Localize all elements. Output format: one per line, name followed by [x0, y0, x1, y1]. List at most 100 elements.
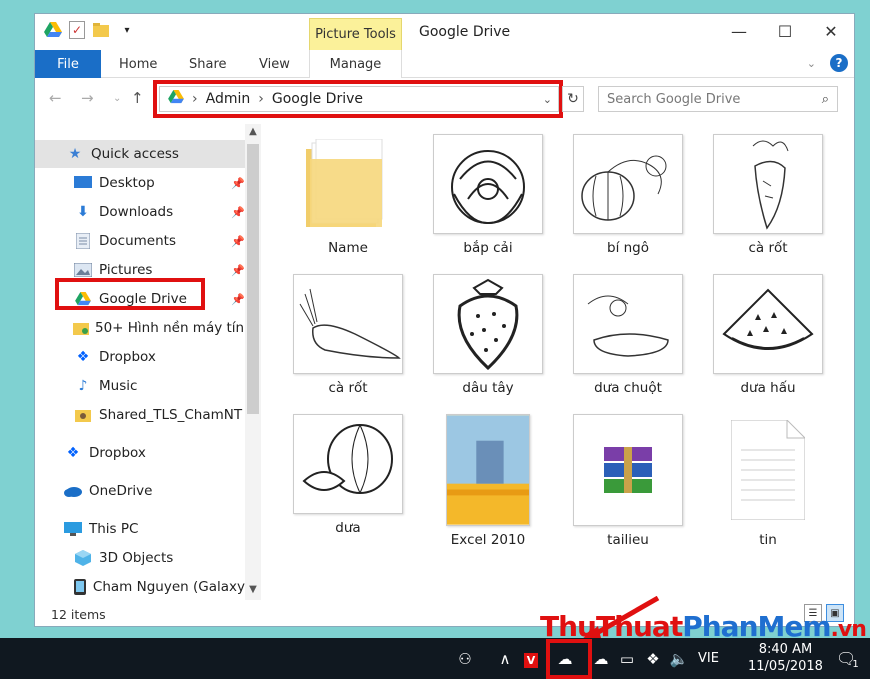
sidebar-item-onedrive[interactable]: OneDrive: [35, 477, 245, 505]
forward-arrow-icon[interactable]: →: [81, 89, 94, 107]
pin-icon[interactable]: 📌: [231, 235, 245, 248]
pc-icon: [63, 520, 83, 538]
volume-icon[interactable]: 🔈: [666, 650, 692, 668]
scroll-thumb[interactable]: [247, 144, 259, 414]
sidebar-item-label: Cham Nguyen (Galaxy: [92, 579, 245, 595]
text-document-icon: [713, 414, 823, 526]
show-hidden-icons-icon[interactable]: ∧: [492, 650, 518, 668]
scroll-down-icon[interactable]: ▼: [247, 584, 259, 595]
file-item[interactable]: dưa: [283, 414, 413, 536]
file-item[interactable]: dưa chuột: [563, 274, 693, 396]
pictures-icon: [73, 261, 93, 279]
clock-time: 8:40 AM: [758, 642, 813, 657]
minimize-button[interactable]: —: [716, 14, 762, 48]
maximize-button[interactable]: ☐: [762, 14, 808, 48]
language-indicator[interactable]: VIE: [698, 651, 719, 666]
file-item[interactable]: bí ngô: [563, 134, 693, 256]
clock[interactable]: 8:40 AM 11/05/2018: [748, 641, 823, 675]
item-count: 12 items: [51, 606, 106, 622]
taskbar: ⚇ ∧ V ☁ ☁ ▭ ❖ 🔈 VIE 8:40 AM 11/05/2018 🗨…: [0, 638, 870, 679]
tab-view[interactable]: View: [259, 50, 290, 78]
file-name: bí ngô: [607, 240, 649, 256]
pin-icon[interactable]: 📌: [231, 206, 245, 219]
up-arrow-icon[interactable]: ↑: [131, 89, 144, 107]
sidebar-item-label: Desktop: [99, 175, 155, 191]
sidebar-item-desktop[interactable]: Desktop 📌: [35, 169, 245, 197]
file-name: dưa hấu: [740, 380, 796, 396]
cabbage-thumbnail: [433, 134, 543, 234]
sidebar-item-wallpapers[interactable]: 50+ Hình nền máy tính: [35, 314, 253, 342]
file-name: Name: [328, 240, 368, 256]
help-icon[interactable]: ?: [830, 54, 848, 72]
sidebar-item-documents[interactable]: Documents 📌: [35, 227, 245, 255]
sidebar-item-music[interactable]: ♪ Music: [35, 372, 245, 400]
search-placeholder: Search Google Drive: [607, 91, 741, 107]
dropbox-icon: ❖: [66, 445, 80, 461]
scroll-up-icon[interactable]: ▲: [247, 126, 259, 137]
sidebar-item-label: Music: [99, 378, 138, 394]
antivirus-icon[interactable]: V: [518, 650, 544, 668]
file-item[interactable]: dâu tây: [423, 274, 553, 396]
file-name: cà rốt: [328, 380, 368, 396]
sidebar-item-label: Quick access: [91, 146, 179, 162]
file-item[interactable]: cà rốt: [703, 134, 833, 256]
quick-access-toolbar: ✓ ▾: [43, 20, 137, 40]
3d-objects-icon: [73, 549, 93, 567]
sidebar-item-downloads[interactable]: ⬇ Downloads 📌: [35, 198, 245, 226]
file-item[interactable]: Excel 2010: [423, 414, 553, 548]
search-input[interactable]: Search Google Drive ⌕: [598, 86, 838, 112]
file-view: Name bắp cải bí ngô cà rốt cà rốt dâu tâ…: [271, 134, 851, 574]
new-folder-icon[interactable]: [91, 20, 111, 40]
winrar-archive-icon: [573, 414, 683, 526]
file-item[interactable]: Name: [283, 134, 413, 256]
tab-file[interactable]: File: [35, 50, 101, 78]
customize-qat-icon[interactable]: ▾: [117, 20, 137, 40]
properties-icon[interactable]: ✓: [69, 21, 85, 39]
pin-icon[interactable]: 📌: [231, 293, 245, 306]
window-controls: — ☐ ✕: [716, 14, 854, 48]
people-icon[interactable]: ⚇: [452, 650, 478, 668]
google-drive-highlight: [55, 278, 205, 310]
file-item[interactable]: tin: [703, 414, 833, 548]
notification-count: 1: [852, 659, 859, 670]
file-item[interactable]: dưa hấu: [703, 274, 833, 396]
navigation-pane: ★ Quick access Desktop 📌 ⬇ Downloads 📌 D…: [35, 124, 261, 600]
sidebar-item-label: Documents: [99, 233, 176, 249]
strawberry-thumbnail: [433, 274, 543, 374]
back-arrow-icon[interactable]: ←: [49, 89, 62, 107]
sidebar-scrollbar[interactable]: ▲ ▼: [245, 124, 261, 600]
file-name: cà rốt: [748, 240, 788, 256]
file-item[interactable]: bắp cải: [423, 134, 553, 256]
close-button[interactable]: ✕: [808, 14, 854, 48]
expand-ribbon-icon[interactable]: ⌄: [807, 57, 816, 70]
dropbox-tray-icon[interactable]: ❖: [640, 650, 666, 668]
sidebar-item-3d-objects[interactable]: 3D Objects: [35, 544, 245, 572]
pumpkin-thumbnail: [573, 134, 683, 234]
tab-manage[interactable]: Manage: [309, 50, 402, 78]
sidebar-item-label: 3D Objects: [99, 550, 174, 566]
pin-icon[interactable]: 📌: [231, 177, 245, 190]
tab-share[interactable]: Share: [189, 50, 227, 78]
recent-locations-icon[interactable]: ⌄: [113, 93, 121, 104]
address-highlight: [153, 80, 563, 118]
refresh-icon: ↻: [567, 91, 579, 107]
tab-home[interactable]: Home: [119, 50, 157, 78]
google-drive-icon: [43, 20, 63, 40]
sidebar-item-dropbox-quick[interactable]: ❖ Dropbox: [35, 343, 245, 371]
sidebar-item-shared[interactable]: Shared_TLS_ChamNT: [35, 401, 245, 429]
sidebar-item-phone[interactable]: Cham Nguyen (Galaxy: [35, 573, 245, 600]
pin-icon[interactable]: 📌: [231, 264, 245, 277]
radish-thumbnail: [713, 134, 823, 234]
refresh-button[interactable]: ↻: [562, 86, 584, 112]
file-item[interactable]: tailieu: [563, 414, 693, 548]
desktop-icon: [73, 174, 93, 192]
sidebar-item-dropbox[interactable]: ❖ Dropbox: [35, 439, 245, 467]
star-icon: ★: [68, 146, 82, 162]
network-icon[interactable]: ▭: [614, 650, 640, 668]
navigation-bar: ← → ⌄ ↑ › Admin › Google Drive ⌄ ↻ Searc…: [35, 80, 854, 118]
action-center[interactable]: 🗨 1: [836, 638, 859, 679]
file-name: dưa chuột: [594, 380, 662, 396]
sidebar-item-this-pc[interactable]: This PC: [35, 515, 245, 543]
file-item[interactable]: cà rốt: [283, 274, 413, 396]
sidebar-item-quick-access[interactable]: ★ Quick access: [35, 140, 245, 168]
